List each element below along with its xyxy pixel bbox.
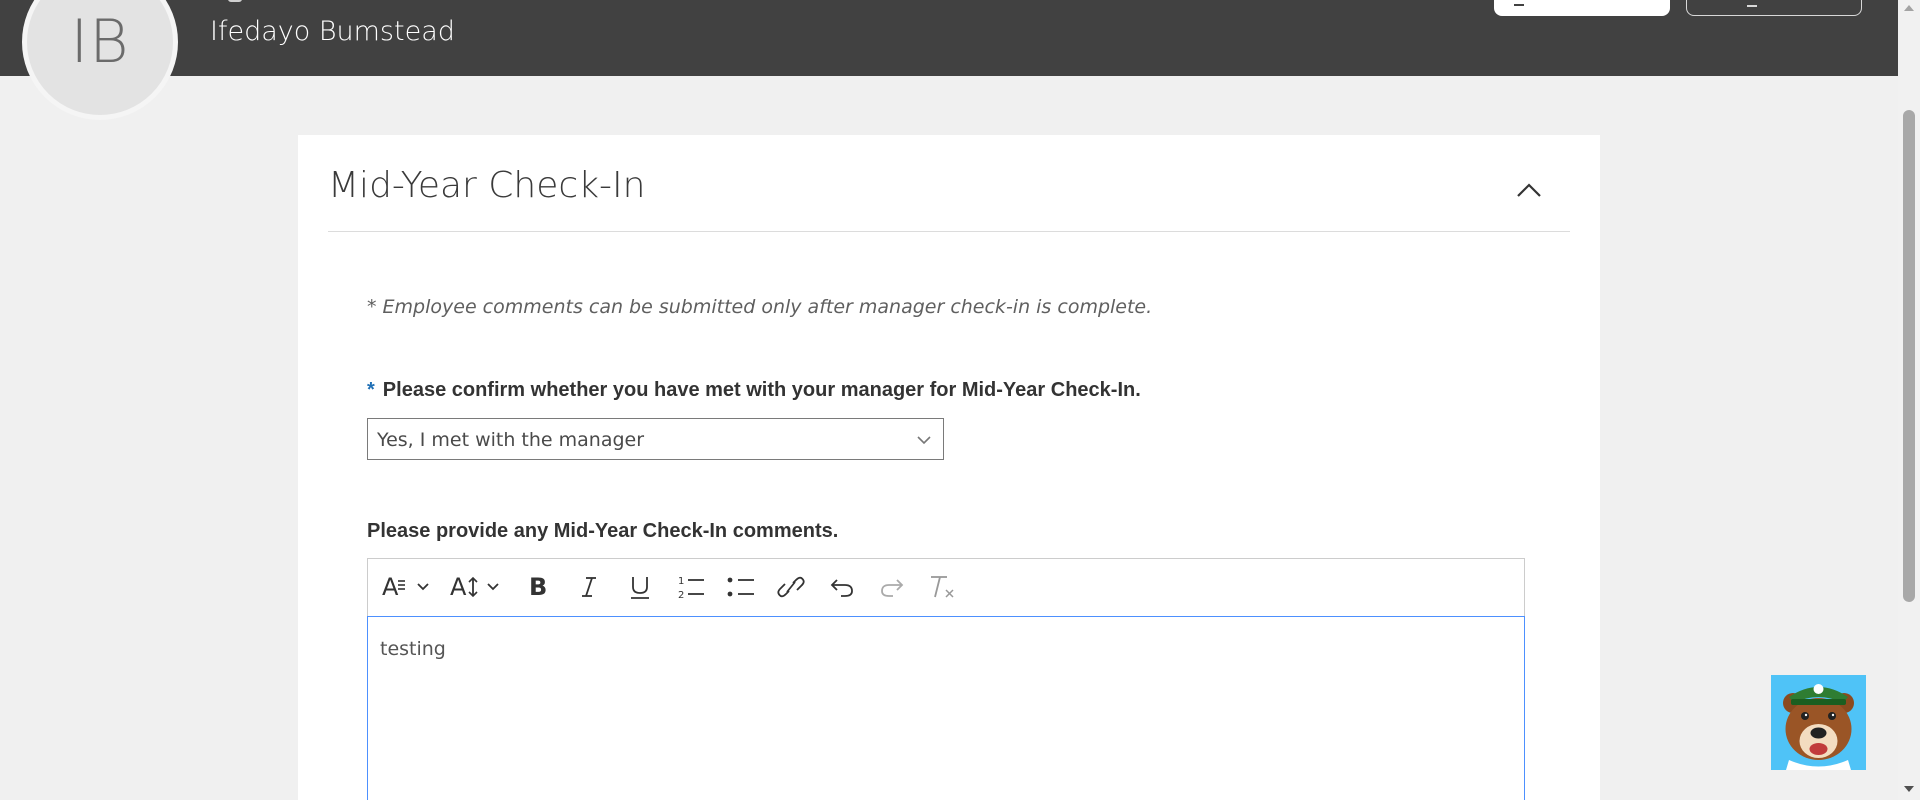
comments-label: Please provide any Mid-Year Check-In com… <box>367 520 839 542</box>
header-top-icon <box>228 0 242 2</box>
link-icon[interactable] <box>773 569 809 605</box>
header-primary-button[interactable] <box>1494 0 1670 16</box>
question-label: Please confirm whether you have met with… <box>382 379 1141 401</box>
section-divider <box>328 231 1570 232</box>
rich-text-toolbar: A A B 1 2 <box>367 558 1525 616</box>
header-secondary-button[interactable] <box>1686 0 1862 16</box>
font-style-dropdown[interactable]: A <box>380 569 436 605</box>
employee-comments-notice: * Employee comments can be submitted onl… <box>367 296 1153 318</box>
vertical-scrollbar[interactable] <box>1898 0 1920 800</box>
manager-meeting-question: * Please confirm whether you have met wit… <box>367 379 1141 402</box>
font-size-dropdown[interactable]: A <box>450 569 508 605</box>
bullet-list-icon[interactable] <box>723 569 759 605</box>
italic-icon[interactable] <box>571 569 607 605</box>
scroll-up-icon[interactable] <box>1904 5 1914 11</box>
header-button-icon <box>1514 4 1524 6</box>
top-header: Ifedayo Bumstead <box>0 0 1898 76</box>
mid-year-checkin-card: Mid-Year Check-In * Employee comments ca… <box>298 135 1600 800</box>
clear-formatting-icon[interactable] <box>924 569 960 605</box>
section-title: Mid-Year Check-In <box>328 165 646 206</box>
scrollbar-thumb[interactable] <box>1903 110 1915 602</box>
manager-meeting-select[interactable]: Yes, I met with the manager <box>367 418 944 460</box>
ordered-list-icon[interactable]: 1 2 <box>673 569 709 605</box>
scroll-down-icon[interactable] <box>1904 786 1914 792</box>
underline-icon[interactable] <box>622 569 658 605</box>
svg-text:1: 1 <box>678 576 684 587</box>
undo-icon[interactable] <box>824 569 860 605</box>
svg-text:A: A <box>450 573 467 601</box>
header-button-icon <box>1747 5 1757 7</box>
svg-text:A: A <box>382 573 399 601</box>
svg-text:2: 2 <box>678 590 684 601</box>
comments-text: testing <box>380 638 446 660</box>
svg-text:B: B <box>529 573 547 601</box>
required-marker: * <box>367 379 375 401</box>
bold-icon[interactable]: B <box>520 569 556 605</box>
user-name: Ifedayo Bumstead <box>210 16 455 47</box>
chevron-up-icon[interactable] <box>1512 173 1546 207</box>
avatar[interactable]: IB <box>22 0 178 120</box>
chevron-down-icon <box>915 431 933 449</box>
comments-editor[interactable]: testing <box>367 616 1525 800</box>
redo-icon[interactable] <box>874 569 910 605</box>
select-value: Yes, I met with the manager <box>377 429 645 451</box>
bear-mascot-icon[interactable] <box>1771 675 1866 770</box>
